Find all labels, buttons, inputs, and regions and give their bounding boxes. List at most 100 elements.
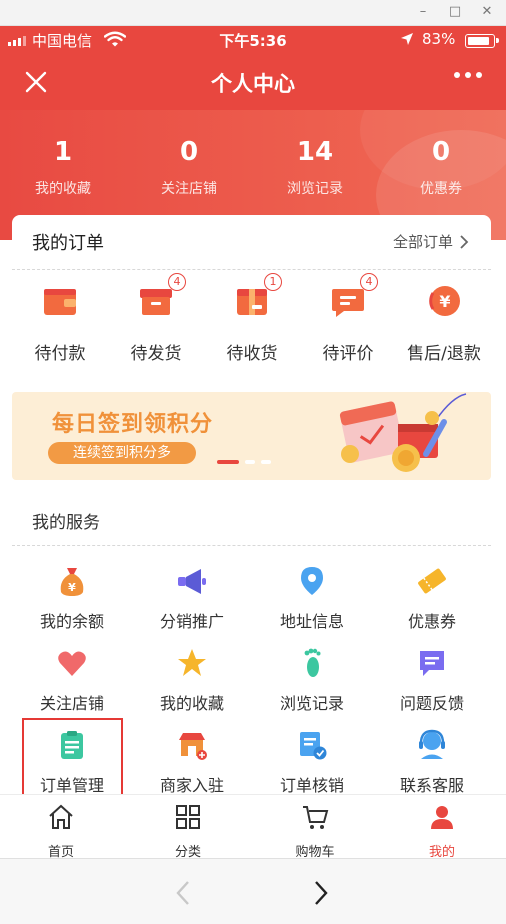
location-arrow-icon <box>401 33 413 45</box>
calendar-gift-illustration <box>339 393 467 472</box>
stat-label: 优惠券 <box>420 181 462 197</box>
stat-label: 我的收藏 <box>35 181 91 197</box>
window-titlebar: – □ ✕ <box>0 0 506 26</box>
service-label: 优惠券 <box>407 612 456 631</box>
stat-coupons[interactable]: 0 优惠券 <box>378 136 504 198</box>
cart-icon <box>303 806 329 829</box>
service-balance[interactable]: ¥ 我的余额 <box>12 564 132 632</box>
order-pending-payment[interactable]: 待付款 <box>12 281 108 364</box>
orders-card: 我的订单 全部订单 待付款 4 待发货 1 待收货 4 待评价 ¥ 售后/退款 <box>12 215 491 377</box>
service-label: 问题反馈 <box>399 694 464 713</box>
svg-text:¥: ¥ <box>439 292 450 311</box>
badge-count: 4 <box>360 273 378 291</box>
home-icon <box>49 804 73 829</box>
stat-value: 0 <box>431 137 451 167</box>
footprint-icon <box>304 648 321 677</box>
service-order-verify[interactable]: 订单核销 <box>252 728 372 796</box>
order-label: 待发货 <box>130 344 182 364</box>
tab-mine[interactable]: 我的 <box>392 803 492 860</box>
service-label: 地址信息 <box>279 612 344 631</box>
service-address[interactable]: 地址信息 <box>252 564 372 632</box>
status-bar: 中国电信 下午5:36 83% <box>0 26 506 54</box>
tab-bar: 首页 分类 购物车 我的 <box>0 794 506 860</box>
service-label: 分销推广 <box>159 612 224 631</box>
service-feedback[interactable]: 问题反馈 <box>372 646 492 714</box>
carousel-indicator <box>217 460 271 464</box>
package-icon: 1 <box>232 273 282 321</box>
stat-value: 0 <box>179 137 199 167</box>
stat-value: 14 <box>296 137 334 167</box>
user-icon <box>431 806 453 829</box>
service-label: 商家入驻 <box>159 776 224 795</box>
stat-history[interactable]: 14 浏览记录 <box>252 136 378 198</box>
stat-value: 1 <box>53 137 73 167</box>
page-title: 个人中心 <box>211 72 295 96</box>
location-icon <box>301 567 323 595</box>
feedback-icon <box>420 651 444 676</box>
heart-icon <box>58 651 86 676</box>
service-coupons[interactable]: 优惠券 <box>372 564 492 632</box>
service-merchant-join[interactable]: 商家入驻 <box>132 728 252 796</box>
comment-icon: 4 <box>328 273 378 321</box>
tab-categories[interactable]: 分类 <box>138 803 238 860</box>
browser-toolbar <box>0 858 506 924</box>
badge-count: 1 <box>264 273 282 291</box>
order-label: 售后/退款 <box>407 344 481 364</box>
battery-icon <box>465 34 499 48</box>
refund-icon: ¥ <box>424 281 464 321</box>
chevron-right-icon <box>460 234 469 249</box>
all-orders-link[interactable]: 全部订单 <box>393 231 469 252</box>
stat-label: 关注店铺 <box>161 181 217 197</box>
banner-subtitle: 连续签到积分多 <box>48 442 196 464</box>
service-label: 我的收藏 <box>159 694 224 713</box>
ticket-icon <box>418 568 446 594</box>
service-label: 关注店铺 <box>39 694 104 713</box>
checkin-banner[interactable]: 每日签到领积分 连续签到积分多 <box>12 392 491 480</box>
stat-favorites[interactable]: 1 我的收藏 <box>0 136 126 198</box>
highlight-box <box>22 718 123 800</box>
tab-cart[interactable]: 购物车 <box>265 803 365 860</box>
wallet-icon <box>40 281 80 321</box>
order-pending-shipment[interactable]: 4 待发货 <box>108 273 204 364</box>
stat-followed-shops[interactable]: 0 关注店铺 <box>126 136 252 198</box>
service-favorites[interactable]: 我的收藏 <box>132 646 252 714</box>
svg-text:¥: ¥ <box>68 581 76 594</box>
banner-title: 每日签到领积分 <box>52 412 214 437</box>
orders-header: 我的订单 全部订单 <box>12 215 491 270</box>
service-customer-support[interactable]: 联系客服 <box>372 728 492 796</box>
forward-arrow-icon[interactable] <box>308 879 332 907</box>
battery-percent: 83% <box>422 30 456 48</box>
more-menu-icon[interactable] <box>454 72 482 78</box>
all-orders-label: 全部订单 <box>392 233 453 251</box>
services-title: 我的服务 <box>32 513 100 533</box>
tab-home[interactable]: 首页 <box>11 803 111 860</box>
megaphone-icon <box>178 569 206 594</box>
star-icon <box>178 649 206 676</box>
headset-icon <box>419 729 445 759</box>
service-followed-shops[interactable]: 关注店铺 <box>12 646 132 714</box>
service-label: 浏览记录 <box>279 694 344 713</box>
verify-icon <box>300 732 327 760</box>
service-distribution[interactable]: 分销推广 <box>132 564 252 632</box>
service-label: 订单核销 <box>279 776 344 795</box>
order-after-sales[interactable]: ¥ 售后/退款 <box>396 281 492 364</box>
minimize-button[interactable]: – <box>414 4 432 20</box>
order-label: 待评价 <box>322 344 374 364</box>
maximize-button[interactable]: □ <box>446 4 464 20</box>
order-label: 待收货 <box>226 344 278 364</box>
order-pending-review[interactable]: 4 待评价 <box>300 273 396 364</box>
badge-count: 4 <box>168 273 186 291</box>
order-pending-receipt[interactable]: 1 待收货 <box>204 273 300 364</box>
close-window-button[interactable]: ✕ <box>478 4 496 20</box>
shop-icon <box>179 733 207 760</box>
orders-title: 我的订单 <box>32 233 104 254</box>
nav-bar: 个人中心 <box>0 54 506 110</box>
services-header: 我的服务 <box>12 492 491 546</box>
service-history[interactable]: 浏览记录 <box>252 646 372 714</box>
stat-label: 浏览记录 <box>287 181 343 197</box>
grid-icon <box>176 805 200 829</box>
back-arrow-icon[interactable] <box>172 879 196 907</box>
service-label: 联系客服 <box>399 776 464 795</box>
box-icon: 4 <box>136 273 186 321</box>
order-label: 待付款 <box>34 344 86 364</box>
